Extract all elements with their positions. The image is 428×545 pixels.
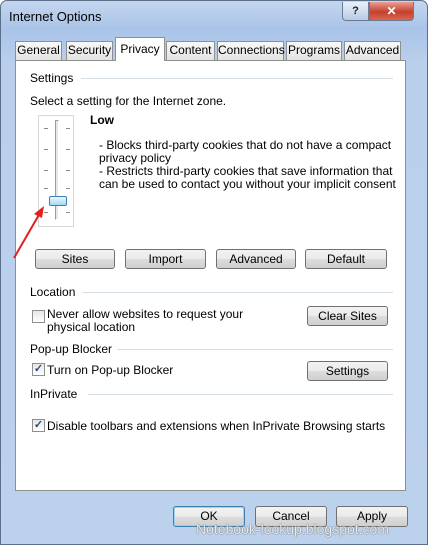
watermark-text: Notebook-lookup.blogspot.com xyxy=(196,521,390,537)
slider-tick xyxy=(44,128,48,129)
popup-blocker-heading: Pop-up Blocker xyxy=(30,342,113,356)
slider-tick xyxy=(44,170,48,171)
tab-security[interactable]: Security xyxy=(66,41,113,60)
tab-general[interactable]: General xyxy=(15,41,62,60)
window-title: Internet Options xyxy=(9,9,102,24)
settings-divider xyxy=(81,78,393,79)
title-bar[interactable]: Internet Options ? ✕ xyxy=(1,1,427,33)
import-button[interactable]: Import xyxy=(125,249,206,269)
never-allow-location-checkbox[interactable] xyxy=(32,310,45,323)
popup-settings-button[interactable]: Settings xyxy=(307,361,388,381)
default-button[interactable]: Default xyxy=(305,249,387,269)
slider-tick xyxy=(44,149,48,150)
inprivate-heading: InPrivate xyxy=(30,387,78,401)
settings-heading: Settings xyxy=(30,71,74,85)
location-heading: Location xyxy=(30,285,76,299)
slider-tick xyxy=(66,170,70,171)
inprivate-divider xyxy=(88,394,393,395)
location-divider xyxy=(82,292,393,293)
tab-privacy[interactable]: Privacy xyxy=(115,37,165,61)
privacy-level-name: Low xyxy=(90,113,114,127)
advanced-button[interactable]: Advanced xyxy=(216,249,296,269)
description-line: privacy policy xyxy=(99,151,172,165)
zone-prompt: Select a setting for the Internet zone. xyxy=(30,94,227,108)
privacy-panel: Settings Select a setting for the Intern… xyxy=(15,60,406,491)
disable-toolbars-label: Disable toolbars and extensions when InP… xyxy=(47,419,386,433)
description-line: can be used to contact you without your … xyxy=(99,177,396,191)
close-button[interactable]: ✕ xyxy=(369,2,414,21)
never-allow-location-label: Never allow websites to request your xyxy=(47,307,244,321)
privacy-level-slider[interactable] xyxy=(38,115,74,227)
slider-tick xyxy=(66,128,70,129)
help-button[interactable]: ? xyxy=(342,2,369,21)
slider-tick xyxy=(66,188,70,189)
slider-tick xyxy=(44,188,48,189)
never-allow-location-label: physical location xyxy=(47,320,136,334)
description-line: - Restricts third-party cookies that sav… xyxy=(99,164,393,178)
slider-thumb[interactable] xyxy=(49,196,67,206)
tab-programs[interactable]: Programs xyxy=(286,41,342,60)
slider-tick xyxy=(66,212,70,213)
tab-content[interactable]: Content xyxy=(166,41,215,60)
tab-advanced[interactable]: Advanced xyxy=(344,41,401,60)
disable-toolbars-checkbox[interactable]: ✓ xyxy=(32,419,45,432)
slider-tick xyxy=(44,212,48,213)
sites-button[interactable]: Sites xyxy=(35,249,115,269)
description-line: - Blocks third-party cookies that do not… xyxy=(99,138,392,152)
tab-connections[interactable]: Connections xyxy=(217,41,285,60)
internet-options-window: Internet Options ? ✕ General Security Pr… xyxy=(0,0,428,545)
popup-blocker-divider xyxy=(117,349,393,350)
popup-blocker-checkbox[interactable]: ✓ xyxy=(32,363,45,376)
slider-tick xyxy=(66,149,70,150)
clear-sites-button[interactable]: Clear Sites xyxy=(307,306,388,326)
popup-blocker-label: Turn on Pop-up Blocker xyxy=(47,363,174,377)
tab-strip: General Security Privacy Content Connect… xyxy=(15,37,405,61)
